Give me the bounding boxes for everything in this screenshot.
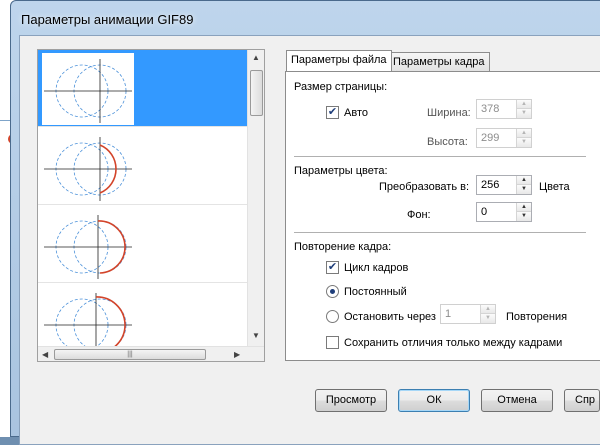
convert-label: Преобразовать в: <box>379 181 470 193</box>
preview-button[interactable]: Просмотр <box>315 389 387 412</box>
width-label: Ширина: <box>427 107 471 119</box>
thumbnail-area <box>38 50 248 347</box>
repeat-count-stepper[interactable]: 1 ▲ ▼ <box>440 304 496 324</box>
stop-after-radio[interactable] <box>326 310 339 323</box>
vertical-scrollbar[interactable]: ▲ ▼ <box>247 50 264 347</box>
constant-radio[interactable] <box>326 285 339 298</box>
repeat-count-value: 1 <box>445 308 452 320</box>
background-stepper-buttons: ▲ ▼ <box>516 203 531 221</box>
auto-label: Авто <box>344 107 368 119</box>
repeat-count-stepper-buttons: ▲ ▼ <box>480 305 495 323</box>
page-size-heading: Размер страницы: <box>294 81 388 93</box>
width-stepper[interactable]: 378 ▲ ▼ <box>476 99 532 119</box>
frame-image <box>42 53 134 125</box>
height-label: Высота: <box>427 136 468 148</box>
spin-down-icon[interactable]: ▼ <box>517 109 531 118</box>
frame-thumbnail[interactable] <box>38 50 248 127</box>
frame-image <box>42 287 134 347</box>
background-value: 0 <box>481 206 488 218</box>
height-stepper[interactable]: 299 ▲ ▼ <box>476 128 532 148</box>
spin-up-icon[interactable]: ▲ <box>517 203 531 212</box>
frame-image <box>42 131 134 203</box>
spin-up-icon[interactable]: ▲ <box>481 305 495 314</box>
colors-value: 256 <box>481 179 500 191</box>
loop-checkbox[interactable]: ✔ <box>326 261 339 274</box>
scroll-down-icon[interactable]: ▼ <box>252 331 260 340</box>
color-heading: Параметры цвета: <box>294 165 388 177</box>
colors-stepper[interactable]: 256 ▲ ▼ <box>476 175 532 195</box>
spin-down-icon[interactable]: ▼ <box>481 314 495 323</box>
spin-up-icon[interactable]: ▲ <box>517 129 531 138</box>
width-stepper-buttons: ▲ ▼ <box>516 100 531 118</box>
loop-label: Цикл кадров <box>344 262 409 274</box>
spin-down-icon[interactable]: ▼ <box>517 138 531 147</box>
colors-stepper-buttons: ▲ ▼ <box>516 176 531 194</box>
constant-label: Постоянный <box>344 286 407 298</box>
repeat-heading: Повторение кадра: <box>294 241 392 253</box>
frame-image <box>42 209 134 281</box>
scroll-left-icon[interactable]: ◀ <box>42 350 48 359</box>
background-line <box>0 120 10 121</box>
repeats-label: Повторения <box>506 311 568 323</box>
file-settings-panel: Размер страницы: ✔ Авто Ширина: 378 ▲ ▼ … <box>285 71 600 361</box>
background-stepper[interactable]: 0 ▲ ▼ <box>476 202 532 222</box>
horizontal-scrollbar[interactable]: ◀ ||| ▶ <box>38 346 264 361</box>
spin-down-icon[interactable]: ▼ <box>517 212 531 221</box>
save-diff-label: Сохранить отличия только между кадрами <box>344 337 563 349</box>
animation-dialog: Параметры анимации GIF89 ▲ ▼ ◀ ||| ▶ Пар… <box>10 0 600 445</box>
save-diff-checkbox[interactable] <box>326 336 339 349</box>
dialog-client-area: ▲ ▼ ◀ ||| ▶ Параметры файла Параметры ка… <box>19 35 600 445</box>
height-value: 299 <box>481 132 500 144</box>
section-divider <box>294 156 586 157</box>
frame-thumbnail[interactable] <box>38 128 248 205</box>
spin-up-icon[interactable]: ▲ <box>517 176 531 185</box>
scroll-up-icon[interactable]: ▲ <box>252 53 260 62</box>
frame-thumbnail[interactable] <box>38 284 248 347</box>
ok-button[interactable]: ОК <box>398 389 470 412</box>
help-button[interactable]: Спр <box>564 389 600 412</box>
spin-up-icon[interactable]: ▲ <box>517 100 531 109</box>
colors-unit-label: Цвета <box>539 181 570 193</box>
tab-file-settings[interactable]: Параметры файла <box>286 50 392 71</box>
dialog-title: Параметры анимации GIF89 <box>21 12 194 27</box>
vertical-scroll-thumb[interactable] <box>250 70 263 116</box>
tab-frame-settings[interactable]: Параметры кадра <box>388 52 490 71</box>
height-stepper-buttons: ▲ ▼ <box>516 129 531 147</box>
frame-thumbnail[interactable] <box>38 206 248 283</box>
auto-checkbox[interactable]: ✔ <box>326 106 339 119</box>
cancel-button[interactable]: Отмена <box>481 389 553 412</box>
scroll-right-icon[interactable]: ▶ <box>234 350 240 359</box>
background-label: Фон: <box>407 209 431 221</box>
frame-thumbnail-list[interactable]: ▲ ▼ ◀ ||| ▶ <box>37 49 265 362</box>
spin-down-icon[interactable]: ▼ <box>517 185 531 194</box>
section-divider <box>294 232 586 233</box>
width-value: 378 <box>481 103 500 115</box>
horizontal-scroll-thumb[interactable]: ||| <box>54 349 206 360</box>
stop-after-label: Остановить через <box>344 311 436 323</box>
